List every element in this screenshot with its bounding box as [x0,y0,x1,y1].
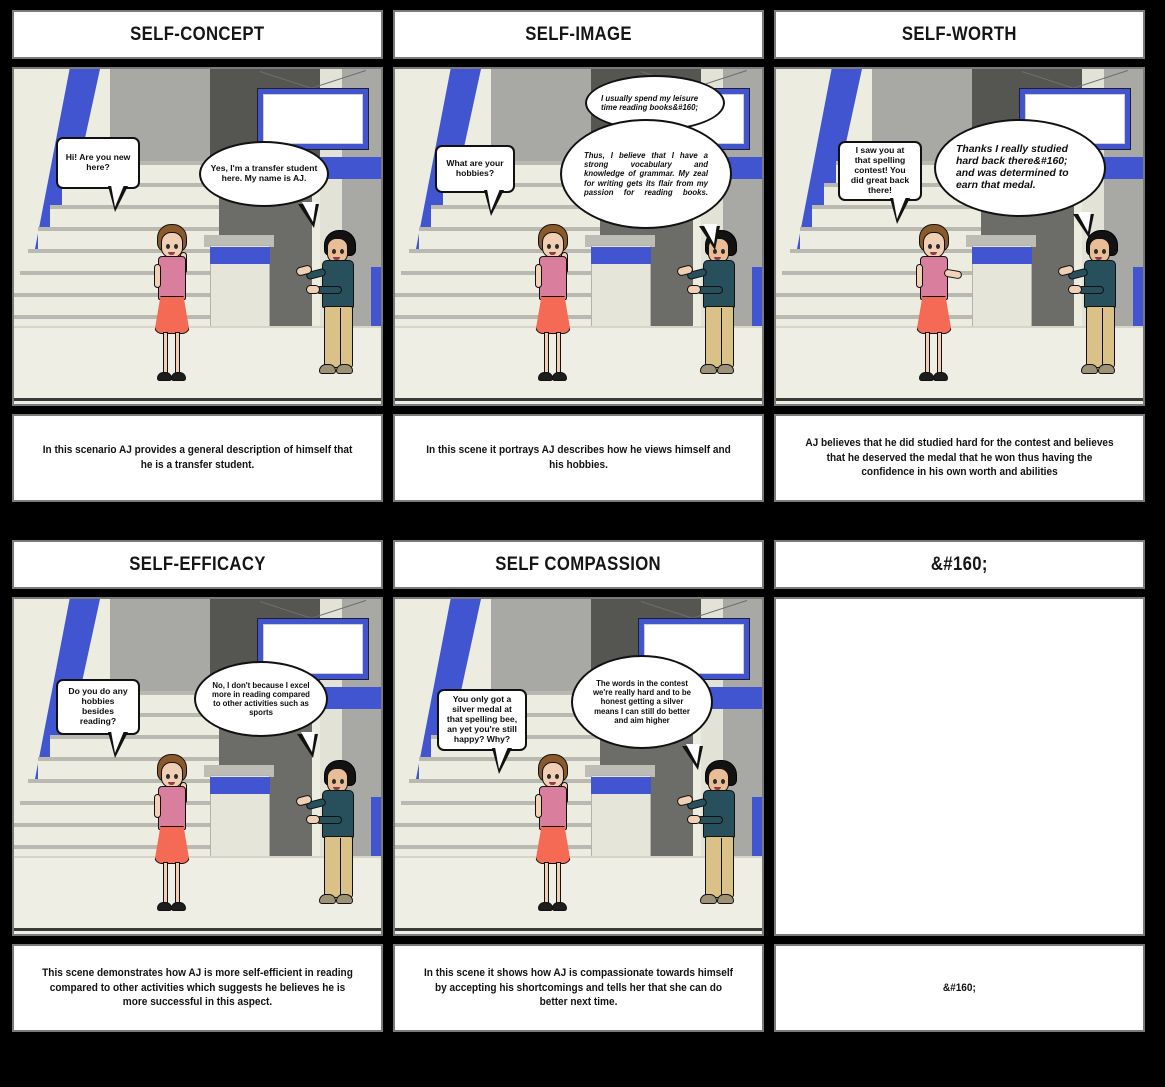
panel-caption-cell[interactable]: AJ believes that he did studied hard for… [774,414,1145,502]
panel-title-cell[interactable]: SELF COMPASSION [393,540,764,589]
panel-scene-cell[interactable]: I usually spend my leisure time reading … [393,67,764,406]
panel-title-cell[interactable]: SELF-IMAGE [393,10,764,59]
row-gap [12,512,1153,540]
panel-caption-cell[interactable]: In this scenario AJ provides a general d… [12,414,383,502]
pedestal-blue-band [210,247,270,264]
panel-caption: In this scene it shows how AJ is compass… [423,966,734,1009]
panel-caption: In this scene it portrays AJ describes h… [426,444,731,471]
panel-caption: AJ believes that he did studied hard for… [805,436,1114,479]
speech-text: Yes, I'm a transfer student here. My nam… [210,163,318,183]
character-girl [530,754,576,922]
storyboard: SELF-CONCEPT Hi! Are you new here? Yes, … [0,0,1165,1087]
panel-title-cell[interactable]: SELF-EFFICACY [12,540,383,589]
speech-bubble-girl[interactable]: Hi! Are you new here? [56,137,140,212]
scene-artwork: I saw you at that spelling contest! You … [776,69,1143,404]
character-girl [149,754,195,922]
panel-blank: &#160; &#160; [774,540,1145,1032]
panel-self-efficacy: SELF-EFFICACY Do you do any hobbies besi… [12,540,383,1032]
panel-title-cell[interactable]: SELF-CONCEPT [12,10,383,59]
panel-title: SELF-EFFICACY [129,553,266,575]
girl-top [158,256,186,300]
panel-self-image: SELF-IMAGE I usually spend my leisure ti… [393,10,764,502]
speech-bubble-boy[interactable]: Yes, I'm a transfer student here. My nam… [199,141,329,228]
panel-caption-cell[interactable]: This scene demonstrates how AJ is more s… [12,944,383,1032]
speech-bubble-girl[interactable]: I saw you at that spelling contest! You … [838,141,922,224]
panel-caption-cell[interactable]: &#160; [774,944,1145,1032]
girl-skirt [154,296,190,334]
storyboard-row-1: SELF-CONCEPT Hi! Are you new here? Yes, … [12,10,1153,502]
speech-text: I saw you at that spelling contest! You … [850,145,910,195]
girl-arm-left [154,264,161,288]
panel-caption-cell[interactable]: In this scene it portrays AJ describes h… [393,414,764,502]
panel-self-concept: SELF-CONCEPT Hi! Are you new here? Yes, … [12,10,383,502]
speech-bubble-boy-second[interactable]: Thus, I believe that I have a strong voc… [560,119,732,250]
panel-title-cell[interactable]: &#160; [774,540,1145,589]
panel-caption: &#160; [942,981,977,994]
speech-text: Thanks I really studied hard back there&… [956,143,1069,192]
speech-bubble-girl[interactable]: What are your hobbies? [435,145,515,216]
panel-scene-cell[interactable]: Hi! Are you new here? Yes, I'm a transfe… [12,67,383,406]
bubble-tail-icon [298,202,320,228]
scene-artwork: Do you do any hobbies besides reading? N… [14,599,381,934]
panel-title-cell[interactable]: SELF-WORTH [774,10,1145,59]
bubble-tail-icon [107,731,128,758]
speech-text: Hi! Are you new here? [65,152,131,172]
panel-caption: This scene demonstrates how AJ is more s… [42,966,353,1009]
speech-bubble-boy[interactable]: The words in the contest we're really ha… [571,655,713,770]
bubble-tail-icon [492,747,513,774]
character-boy [1057,230,1128,392]
speech-text: The words in the contest we're really ha… [592,679,692,725]
character-girl [149,224,195,392]
character-boy [676,230,747,392]
floor-baseline [14,398,381,401]
panel-caption-cell[interactable]: In this scene it shows how AJ is compass… [393,944,764,1032]
bubble-tail-icon [889,197,910,224]
boy-pants [324,306,353,368]
panel-title: &#160; [931,553,988,575]
character-boy [676,760,747,922]
panel-title: SELF-WORTH [902,23,1017,45]
bubble-tail-icon [107,185,128,212]
speech-text: What are your hobbies? [446,158,504,178]
blue-wall-stripe-right [371,267,381,329]
scene-artwork: You only got a silver medal at that spel… [395,599,762,934]
panel-self-worth: SELF-WORTH I saw you at that spelling co… [774,10,1145,502]
bubble-tail-icon [484,189,505,216]
boy-shirt [322,260,354,308]
panel-scene-cell[interactable]: Do you do any hobbies besides reading? N… [12,597,383,936]
storyboard-row-2: SELF-EFFICACY Do you do any hobbies besi… [12,540,1153,1032]
panel-caption: In this scenario AJ provides a general d… [42,444,353,471]
bubble-tail-icon [1072,212,1094,238]
panel-scene-cell-empty[interactable] [774,597,1145,936]
bubble-tail-icon [698,224,720,250]
speech-bubble-girl[interactable]: Do you do any hobbies besides reading? [56,679,140,758]
speech-bubble-boy[interactable]: No, I don't because I excel more in read… [194,661,328,758]
character-boy [295,760,366,922]
speech-text: I usually spend my leisure time reading … [601,93,699,112]
speech-bubble-girl[interactable]: You only got a silver medal at that spel… [437,689,527,774]
panel-title: SELF COMPASSION [495,553,662,575]
boy-hand-right [306,285,320,294]
scene-artwork: I usually spend my leisure time reading … [395,69,762,404]
speech-text: You only got a silver medal at that spel… [446,694,518,744]
speech-text: Do you do any hobbies besides reading? [68,686,128,726]
speech-bubble-boy[interactable]: Thanks I really studied hard back there&… [934,119,1106,238]
character-girl [530,224,576,392]
speech-text: Thus, I believe that I have a strong voc… [584,151,708,197]
speech-text: No, I don't because I excel more in read… [212,680,310,718]
panel-self-compassion: SELF COMPASSION You only got a silver me… [393,540,764,1032]
panel-title: SELF-IMAGE [525,23,632,45]
panel-scene-cell[interactable]: You only got a silver medal at that spel… [393,597,764,936]
scene-artwork: Hi! Are you new here? Yes, I'm a transfe… [14,69,381,404]
character-girl [911,224,963,392]
panel-scene-cell[interactable]: I saw you at that spelling contest! You … [774,67,1145,406]
bubble-tail-icon [681,744,703,770]
character-boy [295,230,366,392]
bubble-tail-icon [297,732,319,758]
whiteboard-surface [263,94,363,144]
panel-title: SELF-CONCEPT [130,23,265,45]
